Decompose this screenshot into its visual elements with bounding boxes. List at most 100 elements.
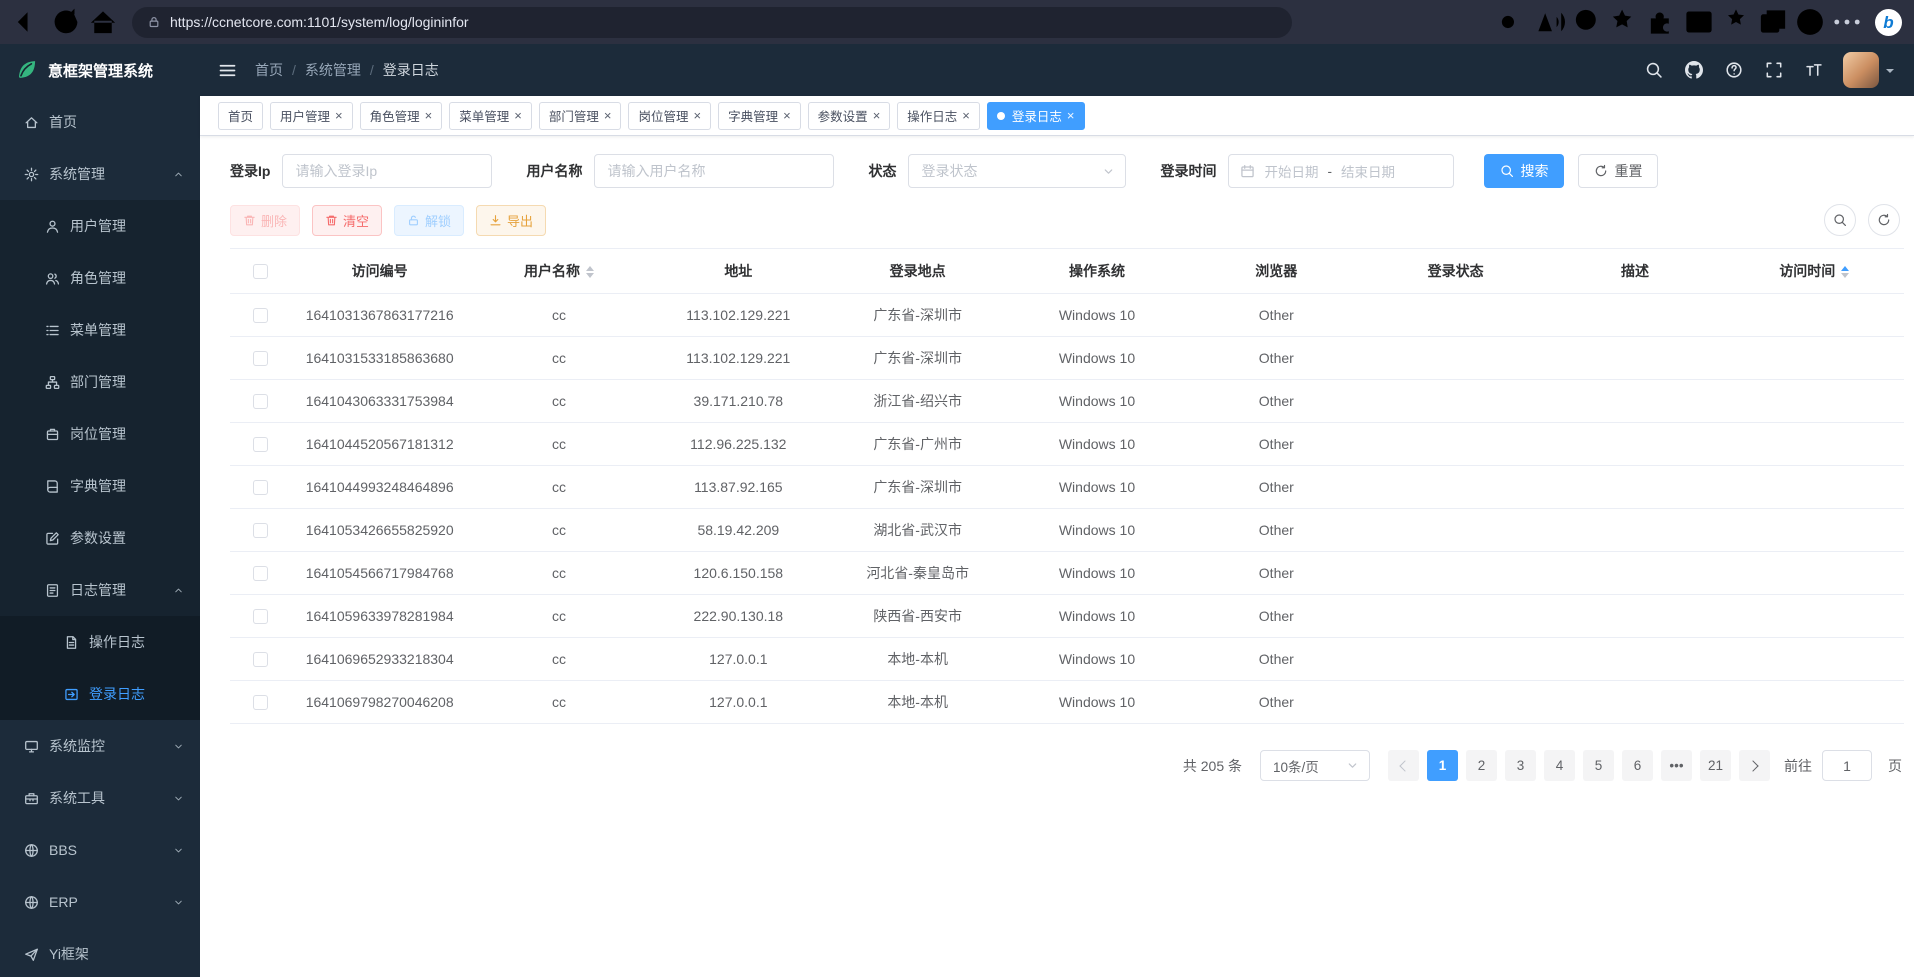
tab-dict-manage[interactable]: 字典管理× — [718, 102, 801, 130]
login-time-range-picker[interactable]: 开始日期 - 结束日期 — [1228, 154, 1454, 188]
page-button-4[interactable]: 4 — [1544, 750, 1575, 781]
search-button[interactable]: 搜索 — [1484, 154, 1564, 188]
close-icon[interactable]: × — [693, 109, 701, 122]
row-checkbox[interactable] — [253, 437, 268, 452]
back-icon[interactable] — [12, 5, 46, 39]
tab-param-settings[interactable]: 参数设置× — [808, 102, 891, 130]
close-icon[interactable]: × — [335, 109, 343, 122]
font-size-icon[interactable] — [1805, 61, 1823, 79]
clear-button[interactable]: 清空 — [312, 205, 382, 236]
user-avatar[interactable] — [1843, 52, 1879, 88]
sidebar-item-menu-manage[interactable]: 菜单管理 — [0, 304, 200, 356]
sidebar-item-yi-framework[interactable]: Yi框架 — [0, 928, 200, 977]
page-button-2[interactable]: 2 — [1466, 750, 1497, 781]
key-icon[interactable] — [1497, 5, 1531, 39]
page-button-6[interactable]: 6 — [1622, 750, 1653, 781]
more-pages-button[interactable]: ••• — [1661, 750, 1692, 781]
close-icon[interactable]: × — [514, 109, 522, 122]
row-checkbox[interactable] — [253, 308, 268, 323]
close-icon[interactable]: × — [962, 109, 970, 122]
show-search-button[interactable] — [1824, 204, 1856, 236]
column-header-time[interactable]: 访问时间 — [1725, 249, 1904, 294]
close-icon[interactable]: × — [873, 109, 881, 122]
sidebar-item-home[interactable]: 首页 — [0, 96, 200, 148]
sidebar-item-operation-log[interactable]: 操作日志 — [0, 616, 200, 668]
page-button-5[interactable]: 5 — [1583, 750, 1614, 781]
tab-role-manage[interactable]: 角色管理× — [360, 102, 443, 130]
sidebar-item-system-tools[interactable]: 系统工具 — [0, 772, 200, 824]
close-icon[interactable]: × — [783, 109, 791, 122]
sidebar-item-bbs[interactable]: BBS — [0, 824, 200, 876]
row-checkbox[interactable] — [253, 609, 268, 624]
row-checkbox[interactable] — [253, 652, 268, 667]
sidebar-item-login-log[interactable]: 登录日志 — [0, 668, 200, 720]
extensions-icon[interactable] — [1645, 5, 1679, 39]
tab-menu-manage[interactable]: 菜单管理× — [449, 102, 532, 130]
address-bar[interactable]: https://ccnetcore.com:1101/system/log/lo… — [132, 7, 1292, 38]
sidebar-item-param-settings[interactable]: 参数设置 — [0, 512, 200, 564]
row-checkbox[interactable] — [253, 394, 268, 409]
bing-chat-icon[interactable]: b — [1875, 9, 1902, 36]
tab-home[interactable]: 首页 — [218, 102, 263, 130]
row-checkbox[interactable] — [253, 351, 268, 366]
sidebar-item-post-manage[interactable]: 岗位管理 — [0, 408, 200, 460]
prev-page-button[interactable] — [1388, 750, 1419, 781]
row-checkbox[interactable] — [253, 523, 268, 538]
profile-icon[interactable] — [1793, 5, 1827, 39]
tab-dept-manage[interactable]: 部门管理× — [539, 102, 622, 130]
reset-button[interactable]: 重置 — [1578, 154, 1658, 188]
next-page-button[interactable] — [1739, 750, 1770, 781]
user-name-input[interactable] — [594, 154, 834, 188]
column-header-user[interactable]: 用户名称 — [469, 249, 648, 294]
tab-login-log[interactable]: 登录日志× — [987, 102, 1085, 130]
delete-button[interactable]: 删除 — [230, 205, 300, 236]
row-checkbox[interactable] — [253, 695, 268, 710]
goto-page-input[interactable] — [1822, 750, 1872, 781]
login-ip-input[interactable] — [282, 154, 492, 188]
status-select[interactable]: 登录状态 — [908, 154, 1126, 188]
read-aloud-icon[interactable] — [1534, 5, 1568, 39]
sidebar-item-user-manage[interactable]: 用户管理 — [0, 200, 200, 252]
sidebar-item-role-manage[interactable]: 角色管理 — [0, 252, 200, 304]
close-icon[interactable]: × — [1067, 109, 1075, 122]
select-all-checkbox[interactable] — [253, 264, 268, 279]
sort-carets-icon[interactable] — [586, 266, 594, 278]
row-checkbox[interactable] — [253, 480, 268, 495]
sidebar-item-system-monitor[interactable]: 系统监控 — [0, 720, 200, 772]
more-ellipsis-icon[interactable] — [1830, 5, 1864, 39]
home-icon[interactable] — [86, 5, 120, 39]
page-button-3[interactable]: 3 — [1505, 750, 1536, 781]
refresh-table-button[interactable] — [1868, 204, 1900, 236]
unlock-button[interactable]: 解锁 — [394, 205, 464, 236]
avatar-caret-icon[interactable] — [1886, 69, 1894, 77]
search-icon[interactable] — [1645, 61, 1663, 79]
breadcrumb-item-home[interactable]: 首页 — [255, 60, 283, 80]
page-size-select[interactable]: 10条/页 — [1260, 750, 1370, 781]
tab-operation-log[interactable]: 操作日志× — [897, 102, 980, 130]
close-icon[interactable]: × — [425, 109, 433, 122]
question-icon[interactable] — [1725, 61, 1743, 79]
zoom-out-icon[interactable] — [1571, 5, 1605, 39]
github-icon[interactable] — [1685, 61, 1703, 79]
refresh-icon[interactable] — [49, 5, 83, 39]
page-button-21[interactable]: 21 — [1700, 750, 1731, 781]
sidebar-item-dict-manage[interactable]: 字典管理 — [0, 460, 200, 512]
export-button[interactable]: 导出 — [476, 205, 546, 236]
collections-icon[interactable] — [1756, 5, 1790, 39]
breadcrumb-item-system[interactable]: 系统管理 — [305, 60, 361, 80]
sort-carets-icon[interactable] — [1841, 266, 1849, 278]
sidebar-item-erp[interactable]: ERP — [0, 876, 200, 928]
close-icon[interactable]: × — [604, 109, 612, 122]
user-menu[interactable] — [1843, 52, 1894, 88]
favorite-star-icon[interactable] — [1608, 5, 1642, 39]
hamburger-icon[interactable] — [218, 61, 237, 80]
tab-user-manage[interactable]: 用户管理× — [270, 102, 353, 130]
sidebar-item-log-manage[interactable]: 日志管理 — [0, 564, 200, 616]
fullscreen-icon[interactable] — [1765, 61, 1783, 79]
tab-post-manage[interactable]: 岗位管理× — [628, 102, 711, 130]
sidebar-item-system-manage[interactable]: 系统管理 — [0, 148, 200, 200]
sidebar-item-dept-manage[interactable]: 部门管理 — [0, 356, 200, 408]
page-button-1[interactable]: 1 — [1427, 750, 1458, 781]
split-screen-icon[interactable] — [1682, 5, 1716, 39]
favorites-bar-icon[interactable] — [1719, 5, 1753, 39]
